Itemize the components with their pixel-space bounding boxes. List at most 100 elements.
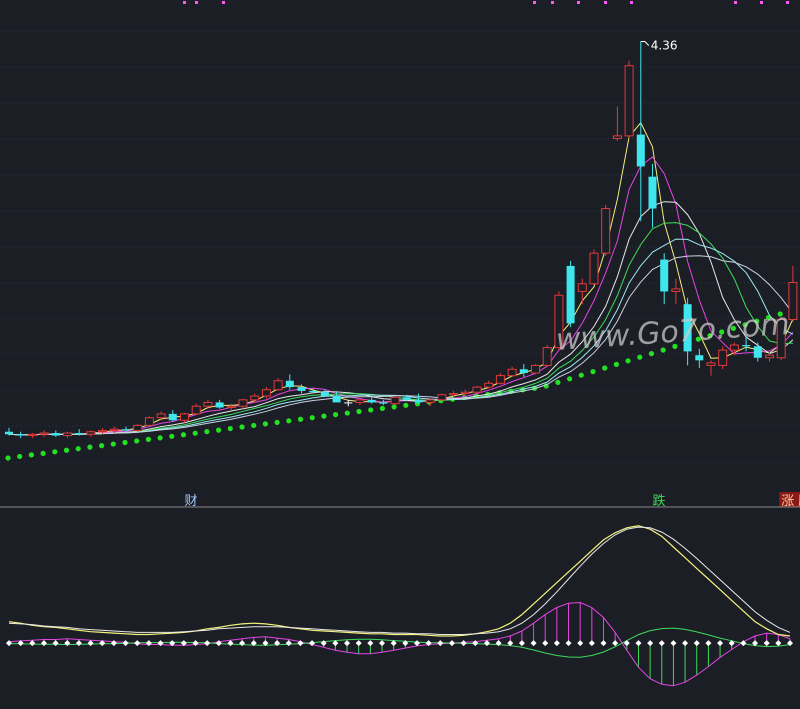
osc-marker-49 (577, 640, 583, 646)
candle-body-48 (567, 266, 575, 323)
candle-21 (251, 393, 259, 402)
support-dot-53 (626, 358, 631, 363)
osc-marker-31 (367, 640, 373, 646)
osc-marker-44 (519, 640, 525, 646)
osc-marker-50 (589, 640, 595, 646)
support-dot-12 (146, 437, 151, 442)
candle-64 (754, 342, 762, 361)
candle-body-2 (28, 434, 36, 435)
osc-marker-12 (146, 640, 152, 646)
candle-36 (426, 399, 434, 407)
osc-line-yellow (9, 526, 790, 636)
support-dot-27 (321, 414, 326, 419)
candle-body-46 (543, 348, 551, 366)
candle-49 (578, 279, 586, 305)
top-marker-4 (551, 1, 554, 4)
candle-body-60 (707, 363, 715, 366)
candles (5, 41, 797, 438)
support-dot-9 (111, 441, 116, 446)
candle-body-23 (274, 381, 282, 390)
candle-body-27 (321, 392, 329, 396)
support-dot-2 (29, 452, 34, 457)
candle-57 (672, 279, 680, 305)
support-dot-17 (204, 429, 209, 434)
candle-body-7 (87, 432, 95, 435)
osc-marker-54 (635, 640, 641, 646)
osc-marker-59 (694, 640, 700, 646)
price-grid (0, 31, 800, 462)
candle-body-18 (216, 402, 224, 407)
candle-18 (216, 400, 224, 409)
osc-marker-38 (449, 640, 455, 646)
candle-53 (625, 61, 633, 139)
candle-46 (543, 345, 551, 367)
candle-body-9 (110, 429, 118, 430)
candle-body-10 (122, 429, 130, 430)
ma-line-1 (9, 157, 793, 435)
candle-body-32 (379, 402, 387, 403)
osc-marker-11 (134, 640, 140, 646)
candle-body-4 (52, 433, 60, 436)
candle-51 (602, 205, 610, 256)
candle-body-52 (613, 136, 621, 139)
candle-44 (520, 364, 528, 377)
support-dot-20 (239, 424, 244, 429)
candle-body-3 (40, 433, 48, 434)
osc-marker-61 (717, 640, 723, 646)
candle-37 (438, 393, 446, 401)
candle-body-45 (532, 365, 540, 373)
candle-body-8 (99, 430, 107, 431)
candle-50 (590, 249, 598, 285)
candle-48 (567, 261, 575, 327)
support-dot-51 (602, 365, 607, 370)
top-markers (183, 1, 789, 4)
support-dot-55 (649, 351, 654, 356)
osc-marker-19 (227, 640, 233, 646)
candle-body-54 (637, 135, 645, 167)
support-dot-49 (579, 373, 584, 378)
candle-61 (719, 346, 727, 369)
candle-43 (508, 367, 516, 377)
osc-marker-5 (64, 640, 70, 646)
osc-marker-46 (542, 640, 548, 646)
candle-15 (181, 413, 189, 423)
support-dot-11 (134, 438, 139, 443)
support-dot-30 (356, 409, 361, 414)
support-dot-23 (275, 420, 280, 425)
candle-55 (649, 164, 657, 228)
support-dot-26 (310, 415, 315, 420)
support-dot-32 (380, 406, 385, 411)
candle-body-38 (450, 393, 458, 394)
support-dot-28 (333, 412, 338, 417)
signal-labels: 财跌涨 腾 (185, 492, 800, 509)
moving-averages (9, 123, 793, 435)
candle-body-22 (262, 390, 270, 396)
candle-body-21 (251, 396, 259, 400)
candle-body-49 (578, 284, 586, 292)
osc-marker-53 (624, 640, 630, 646)
support-dot-33 (392, 404, 397, 409)
candle-body-34 (403, 397, 411, 400)
candle-body-64 (754, 346, 762, 357)
support-dot-14 (169, 434, 174, 439)
support-dot-19 (228, 426, 233, 431)
candle-body-44 (520, 369, 528, 373)
osc-marker-9 (111, 640, 117, 646)
candle-23 (274, 378, 282, 391)
candle-body-37 (438, 395, 446, 400)
candle-body-35 (415, 400, 423, 403)
candle-39 (461, 390, 469, 396)
candle-45 (532, 364, 540, 374)
candle-5 (64, 432, 72, 438)
osc-marker-10 (123, 640, 129, 646)
candle-4 (52, 430, 60, 436)
candle-19 (227, 404, 235, 410)
peak-annotation: 4.36 (641, 38, 678, 52)
candle-33 (391, 396, 399, 405)
top-marker-6 (604, 1, 607, 4)
peak-value-label: 4.36 (651, 38, 678, 52)
support-dot-50 (590, 369, 595, 374)
support-dot-15 (181, 432, 186, 437)
osc-marker-13 (158, 640, 164, 646)
support-dot-48 (567, 376, 572, 381)
